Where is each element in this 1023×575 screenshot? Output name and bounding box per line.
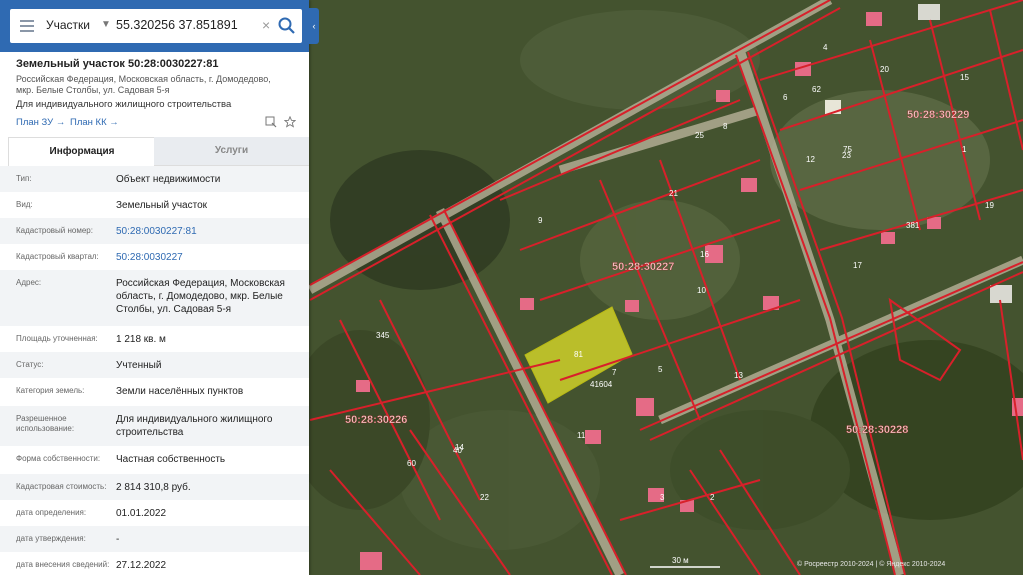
parcel-number: 25 (695, 131, 704, 140)
info-panel: Участки ▼ × Земельный участок 50:28:0030… (0, 0, 309, 575)
property-value[interactable]: 50:28:0030227:81 (116, 225, 301, 238)
quarter-label: 50:28:30228 (846, 424, 908, 436)
property-value: - (116, 534, 120, 545)
property-row: Разрешенное использование: Для индивидуал… (0, 406, 309, 446)
parcel-number: 15 (960, 73, 969, 82)
parcel-number: 11 (577, 431, 586, 440)
parcel-number: 2 (710, 493, 715, 502)
parcel-number: 381 (906, 221, 920, 230)
parcel-number: 3 (660, 493, 665, 502)
quarter-label: 50:28:30229 (907, 109, 969, 121)
layer-select[interactable]: Участки (46, 18, 90, 32)
property-label: дата определения: (16, 508, 87, 517)
zoom-to-object-icon[interactable] (265, 116, 277, 128)
search-box: Участки ▼ × (10, 9, 302, 43)
property-label: Форма собственности: (16, 454, 101, 463)
collapse-panel-button[interactable]: ‹ (309, 8, 319, 44)
property-value: Для индивидуального жилищного строительс… (116, 414, 273, 438)
search-input[interactable] (116, 15, 261, 35)
property-value: Земельный участок (116, 200, 208, 211)
clear-icon[interactable]: × (262, 17, 270, 33)
parcel-number: 7 (612, 368, 617, 377)
quarter-label: 50:28:30227 (612, 261, 674, 273)
property-label: Адрес: (16, 278, 42, 287)
menu-icon[interactable] (20, 20, 34, 32)
property-row: Статус: Учтенный (0, 352, 309, 378)
property-value: Земли населённых пунктов (116, 386, 244, 397)
star-icon[interactable] (284, 116, 296, 128)
property-value: Учтенный (116, 360, 162, 371)
property-row: дата утверждения: - (0, 526, 309, 552)
property-row: дата определения: 01.01.2022 (0, 500, 309, 526)
property-label: Кадастровый номер: (16, 226, 93, 235)
property-row: Кадастровая стоимость: 2 814 310,8 руб. (0, 474, 309, 500)
property-row: дата внесения сведений: 27.12.2022 (0, 552, 309, 575)
object-title: Земельный участок 50:28:0030227:81 (16, 58, 219, 70)
property-value: 1 218 кв. м (116, 334, 166, 345)
parcel-number: 17 (853, 261, 862, 270)
property-label: Кадастровый квартал: (16, 252, 99, 261)
parcel-number: 12 (806, 155, 815, 164)
property-value: Российская Федерация, Московская область… (116, 278, 285, 315)
parcel-number: 4 (823, 43, 828, 52)
search-icon[interactable] (276, 16, 298, 36)
property-row: Тип: Объект недвижимости (0, 166, 309, 192)
object-address: Российская Федерация, Московская область… (16, 74, 271, 95)
svg-text:30 м: 30 м (672, 556, 689, 565)
property-label: Категория земель: (16, 386, 85, 395)
parcel-number: 21 (669, 189, 678, 198)
tabs: Информация Услуги (8, 137, 309, 166)
property-value: 2 814 310,8 руб. (116, 482, 191, 493)
tab-services[interactable]: Услуги (154, 137, 309, 166)
parcel-number: 6 (783, 93, 788, 102)
property-value: 27.12.2022 (116, 560, 167, 571)
parcel-number: 16 (700, 250, 709, 259)
property-label: Разрешенное использование: (16, 414, 75, 433)
search-bar: Участки ▼ × (0, 0, 309, 52)
property-row: Форма собственности: Частная собственност… (0, 446, 309, 474)
parcel-number: 10 (697, 286, 706, 295)
property-row: Площадь уточненная: 1 218 кв. м (0, 326, 309, 352)
quarter-label: 50:28:30226 (345, 414, 407, 426)
parcel-number: 8 (723, 122, 728, 131)
parcel-number: 19 (985, 201, 994, 210)
property-row: Адрес: Российская Федерация, Московская о… (0, 270, 309, 326)
property-label: Статус: (16, 360, 44, 369)
property-row: Кадастровый квартал: 50:28:0030227 (0, 244, 309, 270)
parcel-number: 5 (658, 365, 663, 374)
property-label: Тип: (16, 174, 32, 183)
parcel-number: 345 (376, 331, 390, 340)
property-label: дата утверждения: (16, 534, 86, 543)
object-purpose: Для индивидуального жилищного строительс… (16, 99, 232, 110)
selected-parcel-number: 81 (574, 350, 583, 359)
plan-kk-link[interactable]: План КК → (70, 117, 119, 128)
parcel-number: 1 (962, 145, 967, 154)
property-label: Площадь уточненная: (16, 334, 98, 343)
property-label: дата внесения сведений: (16, 560, 110, 569)
map-attribution: © Росреестр 2010-2024 | © Яндекс 2010-20… (797, 560, 945, 568)
parcel-number: 13 (734, 371, 743, 380)
parcel-number: 75 (843, 145, 852, 154)
parcel-number: 40 (453, 446, 462, 455)
chevron-down-icon[interactable]: ▼ (101, 19, 111, 30)
property-value: Частная собственность (116, 454, 226, 465)
parcel-number: 9 (538, 216, 543, 225)
property-row: Вид: Земельный участок (0, 192, 309, 218)
property-row: Категория земель: Земли населённых пункто… (0, 378, 309, 406)
property-label: Вид: (16, 200, 33, 209)
property-value: 01.01.2022 (116, 508, 167, 519)
plan-zu-link[interactable]: План ЗУ → (16, 117, 65, 128)
property-label: Кадастровая стоимость: (16, 482, 107, 491)
tab-info[interactable]: Информация (8, 137, 155, 166)
property-value[interactable]: 50:28:0030227 (116, 251, 301, 264)
property-row: Кадастровый номер: 50:28:0030227:81 (0, 218, 309, 244)
parcel-number: 22 (480, 493, 489, 502)
parcel-number: 20 (880, 65, 889, 74)
parcel-number: 62 (812, 85, 821, 94)
parcel-number: 60 (407, 459, 416, 468)
property-value: Объект недвижимости (116, 174, 221, 185)
parcel-number: 41604 (590, 380, 613, 389)
